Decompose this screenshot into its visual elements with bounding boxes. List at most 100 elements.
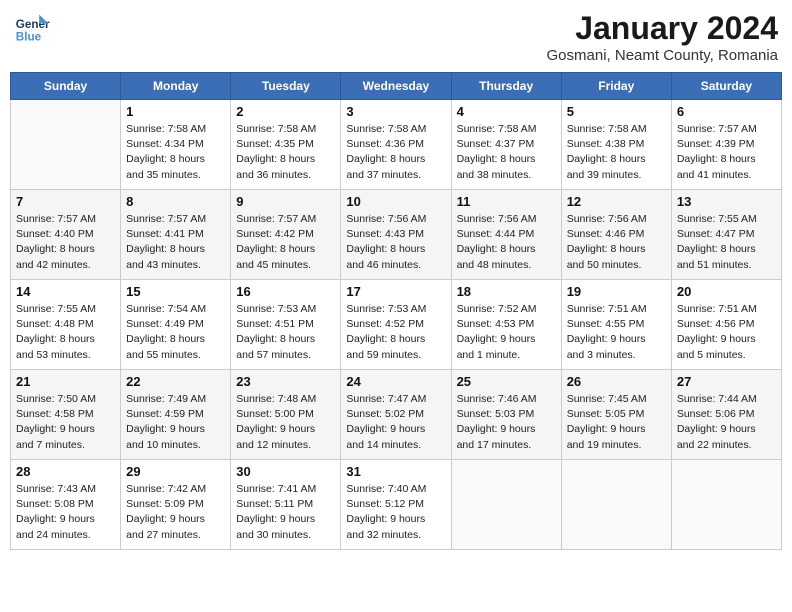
day-detail: Sunrise: 7:55 AMSunset: 4:47 PMDaylight:… [677,212,776,273]
day-number: 1 [126,104,225,119]
day-number: 17 [346,284,445,299]
day-detail: Sunrise: 7:58 AMSunset: 4:34 PMDaylight:… [126,122,225,183]
day-cell: 21 Sunrise: 7:50 AMSunset: 4:58 PMDayligh… [11,370,121,460]
day-number: 10 [346,194,445,209]
day-number: 29 [126,464,225,479]
day-detail: Sunrise: 7:41 AMSunset: 5:11 PMDaylight:… [236,482,335,543]
col-header-wednesday: Wednesday [341,73,451,100]
day-cell: 8Sunrise: 7:57 AMSunset: 4:41 PMDaylight… [121,190,231,280]
day-detail: Sunrise: 7:54 AMSunset: 4:49 PMDaylight:… [126,302,225,363]
day-number: 23 [236,374,335,389]
day-cell: 15 Sunrise: 7:54 AMSunset: 4:49 PMDayligh… [121,280,231,370]
day-cell: 14Sunrise: 7:55 AMSunset: 4:48 PMDayligh… [11,280,121,370]
day-cell: 13 Sunrise: 7:55 AMSunset: 4:47 PMDayligh… [671,190,781,280]
day-cell: 1 Sunrise: 7:58 AMSunset: 4:34 PMDaylight… [121,100,231,190]
day-detail: Sunrise: 7:57 AMSunset: 4:39 PMDaylight:… [677,122,776,183]
day-detail: Sunrise: 7:56 AMSunset: 4:46 PMDaylight:… [567,212,666,273]
day-number: 14 [16,284,115,299]
day-cell: 17 Sunrise: 7:53 AMSunset: 4:52 PMDayligh… [341,280,451,370]
day-cell: 26 Sunrise: 7:45 AMSunset: 5:05 PMDayligh… [561,370,671,460]
day-cell: 25 Sunrise: 7:46 AMSunset: 5:03 PMDayligh… [451,370,561,460]
day-cell: 5 Sunrise: 7:58 AMSunset: 4:38 PMDaylight… [561,100,671,190]
page-header: General Blue January 2024 Gosmani, Neamt… [10,10,782,64]
logo: General Blue [14,10,50,46]
day-detail: Sunrise: 7:58 AMSunset: 4:37 PMDaylight:… [457,122,556,183]
day-cell: 19Sunrise: 7:51 AMSunset: 4:55 PMDayligh… [561,280,671,370]
day-cell: 23Sunrise: 7:48 AMSunset: 5:00 PMDayligh… [231,370,341,460]
day-cell: 20 Sunrise: 7:51 AMSunset: 4:56 PMDayligh… [671,280,781,370]
day-number: 19 [567,284,666,299]
day-detail: Sunrise: 7:53 AMSunset: 4:52 PMDaylight:… [346,302,445,363]
day-cell: 6 Sunrise: 7:57 AMSunset: 4:39 PMDaylight… [671,100,781,190]
day-number: 30 [236,464,335,479]
col-header-monday: Monday [121,73,231,100]
svg-text:General: General [16,18,50,31]
day-cell: 27 Sunrise: 7:44 AMSunset: 5:06 PMDayligh… [671,370,781,460]
day-cell [561,460,671,550]
day-cell: 12 Sunrise: 7:56 AMSunset: 4:46 PMDayligh… [561,190,671,280]
day-cell [11,100,121,190]
day-detail: Sunrise: 7:51 AMSunset: 4:56 PMDaylight:… [677,302,776,363]
day-cell: 30 Sunrise: 7:41 AMSunset: 5:11 PMDayligh… [231,460,341,550]
day-cell: 28Sunrise: 7:43 AMSunset: 5:08 PMDayligh… [11,460,121,550]
logo-icon: General Blue [14,10,50,46]
day-number: 9 [236,194,335,209]
day-number: 20 [677,284,776,299]
week-row-4: 21 Sunrise: 7:50 AMSunset: 4:58 PMDayligh… [11,370,782,460]
day-cell: 2Sunrise: 7:58 AMSunset: 4:35 PMDaylight… [231,100,341,190]
day-detail: Sunrise: 7:50 AMSunset: 4:58 PMDaylight:… [16,392,115,453]
col-header-tuesday: Tuesday [231,73,341,100]
day-cell: 9 Sunrise: 7:57 AMSunset: 4:42 PMDaylight… [231,190,341,280]
calendar-subtitle: Gosmani, Neamt County, Romania [547,47,778,64]
day-number: 7 [16,194,115,209]
day-detail: Sunrise: 7:42 AMSunset: 5:09 PMDaylight:… [126,482,225,543]
day-detail: Sunrise: 7:58 AMSunset: 4:38 PMDaylight:… [567,122,666,183]
week-row-1: 1 Sunrise: 7:58 AMSunset: 4:34 PMDaylight… [11,100,782,190]
day-detail: Sunrise: 7:57 AMSunset: 4:42 PMDaylight:… [236,212,335,273]
day-number: 3 [346,104,445,119]
day-number: 6 [677,104,776,119]
day-detail: Sunrise: 7:56 AMSunset: 4:44 PMDaylight:… [457,212,556,273]
day-detail: Sunrise: 7:57 AMSunset: 4:40 PMDaylight:… [16,212,115,273]
day-cell: 24Sunrise: 7:47 AMSunset: 5:02 PMDayligh… [341,370,451,460]
day-number: 13 [677,194,776,209]
day-detail: Sunrise: 7:52 AMSunset: 4:53 PMDaylight:… [457,302,556,363]
day-number: 27 [677,374,776,389]
week-row-5: 28Sunrise: 7:43 AMSunset: 5:08 PMDayligh… [11,460,782,550]
day-detail: Sunrise: 7:57 AMSunset: 4:41 PMDaylight:… [126,212,225,273]
title-block: January 2024 Gosmani, Neamt County, Roma… [547,10,778,64]
day-cell: 3 Sunrise: 7:58 AMSunset: 4:36 PMDaylight… [341,100,451,190]
header-row: SundayMondayTuesdayWednesdayThursdayFrid… [11,73,782,100]
day-number: 4 [457,104,556,119]
svg-text:Blue: Blue [16,31,42,44]
day-cell: 18Sunrise: 7:52 AMSunset: 4:53 PMDayligh… [451,280,561,370]
day-cell: 10 Sunrise: 7:56 AMSunset: 4:43 PMDayligh… [341,190,451,280]
day-cell: 11 Sunrise: 7:56 AMSunset: 4:44 PMDayligh… [451,190,561,280]
day-number: 2 [236,104,335,119]
day-detail: Sunrise: 7:58 AMSunset: 4:36 PMDaylight:… [346,122,445,183]
day-number: 11 [457,194,556,209]
calendar-table: SundayMondayTuesdayWednesdayThursdayFrid… [10,72,782,550]
day-number: 12 [567,194,666,209]
day-number: 15 [126,284,225,299]
week-row-2: 7 Sunrise: 7:57 AMSunset: 4:40 PMDaylight… [11,190,782,280]
day-detail: Sunrise: 7:40 AMSunset: 5:12 PMDaylight:… [346,482,445,543]
day-number: 26 [567,374,666,389]
day-number: 22 [126,374,225,389]
day-number: 31 [346,464,445,479]
day-detail: Sunrise: 7:56 AMSunset: 4:43 PMDaylight:… [346,212,445,273]
day-number: 5 [567,104,666,119]
day-detail: Sunrise: 7:46 AMSunset: 5:03 PMDaylight:… [457,392,556,453]
day-detail: Sunrise: 7:45 AMSunset: 5:05 PMDaylight:… [567,392,666,453]
day-detail: Sunrise: 7:44 AMSunset: 5:06 PMDaylight:… [677,392,776,453]
day-cell: 31 Sunrise: 7:40 AMSunset: 5:12 PMDayligh… [341,460,451,550]
day-cell: 22Sunrise: 7:49 AMSunset: 4:59 PMDayligh… [121,370,231,460]
day-detail: Sunrise: 7:47 AMSunset: 5:02 PMDaylight:… [346,392,445,453]
day-number: 25 [457,374,556,389]
day-cell [451,460,561,550]
day-cell: 4 Sunrise: 7:58 AMSunset: 4:37 PMDaylight… [451,100,561,190]
day-number: 28 [16,464,115,479]
col-header-saturday: Saturday [671,73,781,100]
day-number: 21 [16,374,115,389]
calendar-title: January 2024 [547,10,778,47]
